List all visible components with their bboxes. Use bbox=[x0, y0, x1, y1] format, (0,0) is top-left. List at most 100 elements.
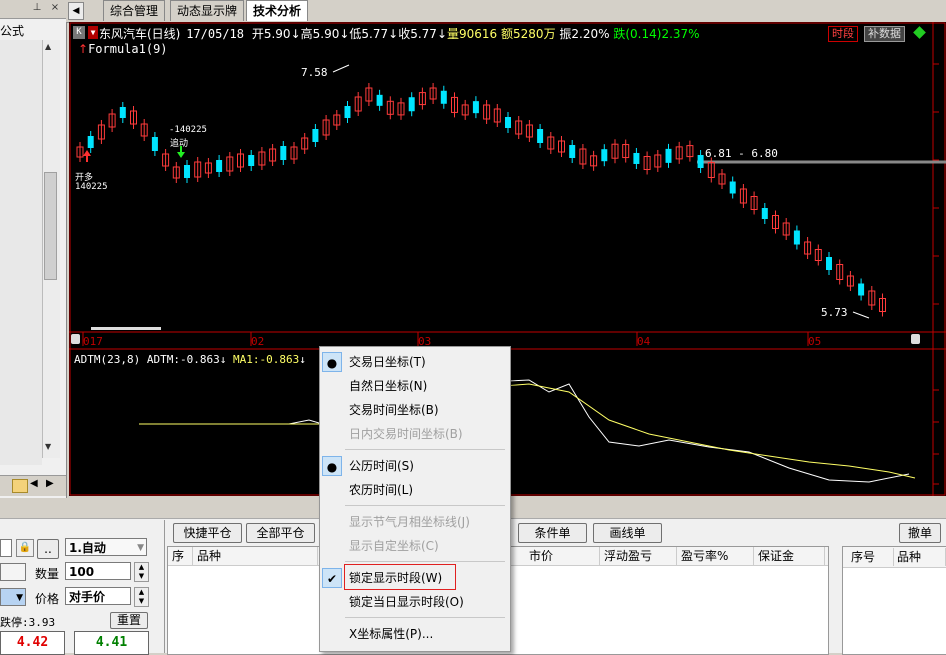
volume-value: 量90616 bbox=[447, 27, 498, 41]
candle-body-down bbox=[601, 149, 608, 162]
price-label: 价格 bbox=[35, 592, 60, 606]
period-slider bbox=[91, 327, 161, 330]
condition-order-button[interactable]: 条件单 bbox=[518, 523, 587, 543]
price-stepper[interactable]: ▲ ▼ bbox=[134, 587, 149, 607]
menu-item-trading-day-axis[interactable]: ● 交易日坐标(T) bbox=[320, 350, 510, 374]
pin-icon[interactable]: ⊥ bbox=[30, 1, 44, 15]
column-header[interactable]: 序号 bbox=[847, 548, 894, 566]
price-field[interactable]: 对手价 bbox=[65, 587, 131, 605]
candle-body-down bbox=[216, 160, 223, 172]
arrow-down-icon: ↓ bbox=[436, 27, 448, 41]
scroll-down-icon[interactable]: ▼ bbox=[45, 442, 51, 451]
checkmark-icon: ✔ bbox=[322, 568, 342, 588]
candle-body-down bbox=[408, 97, 415, 112]
buy-price-button[interactable]: 4.41 bbox=[74, 631, 149, 655]
range-line-label: 6.81 - 6.80 bbox=[705, 147, 778, 160]
column-header[interactable]: 品种 bbox=[193, 547, 318, 565]
close-icon[interactable]: × bbox=[48, 1, 62, 15]
dropdown-icon[interactable]: ▼ bbox=[88, 26, 98, 39]
chevron-down-icon[interactable]: ▼ bbox=[137, 539, 144, 557]
column-header[interactable]: 浮动盈亏 bbox=[600, 547, 677, 565]
menu-item-trading-time-axis[interactable]: 交易时间坐标(B) bbox=[320, 398, 510, 422]
tab-right-icon[interactable]: ▶ bbox=[46, 478, 54, 489]
candle-body-down bbox=[633, 152, 640, 164]
quick-close-button[interactable]: 快捷平仓 bbox=[173, 523, 242, 543]
fill-data-button[interactable]: 补数据 bbox=[864, 26, 905, 42]
tab-overview[interactable]: 综合管理 bbox=[103, 0, 166, 21]
quantity-label: 数量 bbox=[35, 567, 60, 581]
menu-item-gregorian-time[interactable]: ● 公历时间(S) bbox=[320, 454, 510, 478]
lock-icon[interactable]: 🔒 bbox=[16, 539, 34, 557]
menu-item-label: 自然日坐标(N) bbox=[349, 379, 428, 393]
menu-item-intraday-time-axis: 日内交易时间坐标(B) bbox=[320, 422, 510, 446]
tab-dynamic-board[interactable]: 动态显示牌 bbox=[170, 0, 245, 21]
column-header[interactable]: 市价 bbox=[525, 547, 600, 565]
formula-tree[interactable] bbox=[0, 40, 42, 465]
draw-line-order-button[interactable]: 画线单 bbox=[593, 523, 662, 543]
menu-separator bbox=[345, 561, 505, 562]
arrow-down-icon: ↓ bbox=[339, 27, 350, 41]
period-button[interactable]: 时段 bbox=[828, 26, 858, 42]
candle-body-down bbox=[537, 129, 544, 143]
candle-body-down bbox=[472, 101, 479, 114]
tab-nav-left-icon[interactable]: ◀ bbox=[68, 2, 84, 20]
direction-field[interactable] bbox=[0, 563, 26, 581]
menu-item-label: 交易时间坐标(B) bbox=[349, 403, 439, 417]
k-badge[interactable]: K bbox=[73, 26, 85, 39]
quantity-stepper[interactable]: ▲ ▼ bbox=[134, 562, 149, 582]
folder-icon[interactable] bbox=[12, 479, 28, 493]
high-price-label: 7.58 bbox=[301, 66, 328, 79]
bar-date: 17/05/18 bbox=[186, 27, 244, 41]
low-leader-line bbox=[852, 311, 870, 319]
sell-price-button[interactable]: 4.42 bbox=[0, 631, 65, 655]
indicator-header: ADTM(23,8) ADTM:-0.863↓ MA1:-0.863↓ bbox=[74, 353, 306, 366]
column-header[interactable]: 序 bbox=[168, 547, 193, 565]
formula-name: Formula1(9) bbox=[88, 42, 168, 56]
low-price-label: 5.73 bbox=[821, 306, 848, 319]
radio-selected-icon: ● bbox=[322, 456, 342, 476]
limit-down-label: 跌停:3.93 bbox=[0, 616, 56, 629]
formula-panel-footer: ◀ ▶ bbox=[0, 475, 66, 496]
reset-button[interactable]: 重置 bbox=[110, 612, 148, 629]
chevron-down-icon[interactable]: ▼ bbox=[16, 589, 23, 607]
chase-signal-code: -140225 bbox=[169, 125, 207, 135]
lock-left-icon[interactable] bbox=[71, 334, 80, 344]
scroll-up-icon[interactable]: ▲ bbox=[45, 42, 51, 51]
account-field[interactable] bbox=[0, 539, 12, 557]
close-value: 收5.77 bbox=[398, 27, 437, 41]
more-button[interactable]: .. bbox=[37, 539, 59, 559]
menu-item-natural-day-axis[interactable]: 自然日坐标(N) bbox=[320, 374, 510, 398]
menu-item-x-axis-properties[interactable]: X坐标属性(P)... bbox=[320, 622, 510, 646]
menu-item-label: 显示节气月相坐标线(J) bbox=[349, 515, 470, 529]
candle-body-down bbox=[184, 165, 190, 178]
menu-item-lock-display-period[interactable]: ✔ 锁定显示时段(W) bbox=[320, 564, 510, 590]
lock-right-icon[interactable] bbox=[911, 334, 920, 344]
menu-separator bbox=[345, 449, 505, 450]
cancel-order-button[interactable]: 撤单 bbox=[899, 523, 941, 543]
price-type-select[interactable]: ▼ bbox=[0, 588, 26, 606]
arrow-up-icon: ↑ bbox=[78, 42, 89, 56]
orders-table[interactable]: 序号 品种 bbox=[842, 546, 946, 655]
column-header[interactable]: 品种 bbox=[893, 548, 946, 566]
order-mode-value: 1.自动 bbox=[69, 541, 106, 555]
candle-body-down bbox=[151, 137, 158, 151]
tab-technical-analysis[interactable]: 技术分析 bbox=[246, 0, 309, 21]
candle-body-down bbox=[761, 208, 768, 219]
scroll-thumb[interactable] bbox=[44, 172, 57, 280]
quantity-field[interactable]: 100 bbox=[65, 562, 131, 580]
menu-item-lunar-time[interactable]: 农历时间(L) bbox=[320, 478, 510, 502]
close-all-button[interactable]: 全部平仓 bbox=[246, 523, 315, 543]
tab-left-icon[interactable]: ◀ bbox=[30, 478, 38, 489]
order-mode-select[interactable]: 1.自动 ▼ bbox=[65, 538, 147, 556]
highlight-box bbox=[344, 564, 456, 590]
candle-body-down bbox=[858, 283, 865, 296]
candle-body-down bbox=[697, 155, 704, 168]
column-header[interactable]: 保证金 bbox=[754, 547, 825, 565]
candle-body-down bbox=[729, 181, 736, 194]
menu-item-lock-today-period[interactable]: 锁定当日显示时段(O) bbox=[320, 590, 510, 614]
menu-item-label: 公历时间(S) bbox=[349, 459, 414, 473]
menu-item-label: 锁定当日显示时段(O) bbox=[349, 595, 464, 609]
candle-body-down bbox=[344, 106, 351, 118]
high-value: 高5.90 bbox=[300, 27, 340, 41]
column-header[interactable]: 盈亏率% bbox=[677, 547, 754, 565]
